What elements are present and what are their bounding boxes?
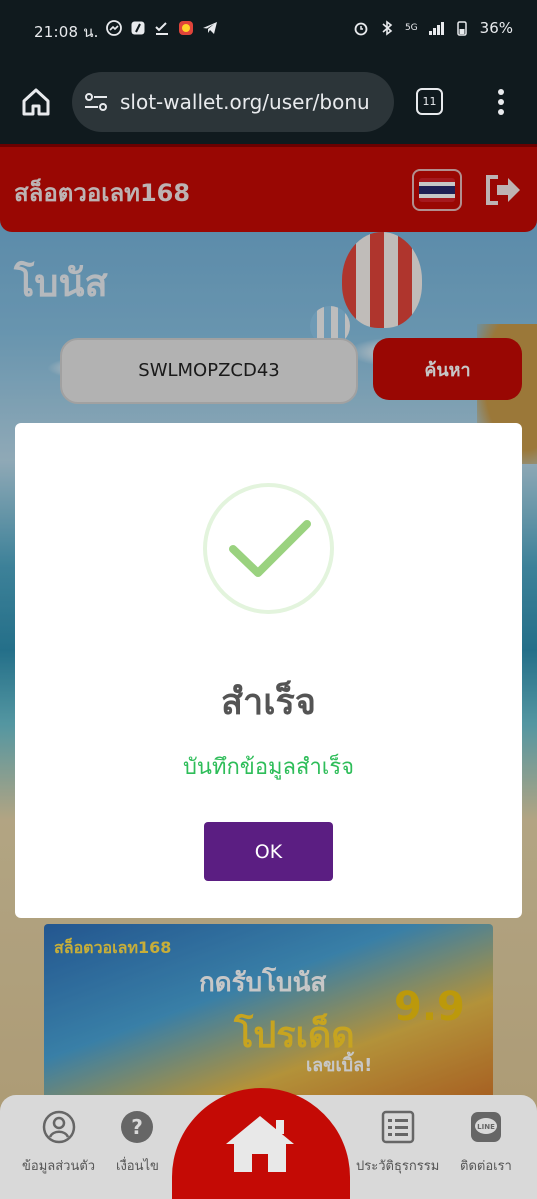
system-icons: 5G 36%	[353, 19, 513, 37]
battery-level: 36%	[479, 19, 513, 37]
signal-icon	[428, 22, 444, 35]
messenger-icon	[106, 20, 122, 36]
ok-button[interactable]: OK	[204, 822, 333, 881]
list-icon	[381, 1110, 414, 1144]
nav-profile[interactable]: ข้อมูลส่วนตัว	[22, 1109, 95, 1176]
success-check-icon	[229, 520, 311, 577]
nav-contact-label: ติดต่อเรา	[460, 1159, 512, 1174]
battery-icon	[456, 21, 467, 36]
nav-terms[interactable]: ? เงื่อนไข	[116, 1109, 159, 1176]
nav-terms-label: เงื่อนไข	[116, 1159, 159, 1174]
more-menu-icon[interactable]	[492, 86, 510, 118]
network-type: 5G	[404, 23, 418, 33]
dialog-message: บันทึกข้อมูลสำเร็จ	[182, 755, 355, 780]
status-bar: 21:08 น. 5G 36%	[0, 0, 537, 62]
user-circle-icon	[42, 1110, 75, 1144]
address-bar[interactable]: slot-wallet.org/user/bonu	[72, 72, 394, 132]
nav-contact[interactable]: LINE ติดต่อเรา	[460, 1109, 512, 1176]
nav-profile-label: ข้อมูลส่วนตัว	[22, 1159, 96, 1174]
url-text: slot-wallet.org/user/bonu	[120, 90, 370, 114]
home-icon	[226, 1116, 294, 1172]
success-dialog: สำเร็จ บันทึกข้อมูลสำเร็จ OK	[15, 423, 522, 918]
browser-toolbar: slot-wallet.org/user/bonu 11	[0, 62, 537, 144]
telegram-icon	[203, 22, 217, 34]
browser-home-icon[interactable]	[20, 86, 52, 118]
success-ring	[203, 483, 334, 614]
notes-icon	[131, 21, 145, 35]
site-settings-icon[interactable]	[84, 91, 108, 113]
app-badge-icon	[179, 21, 193, 35]
tab-switcher-button[interactable]: 11	[416, 88, 443, 115]
svg-text:LINE: LINE	[477, 1123, 495, 1131]
notification-icons	[106, 20, 218, 36]
checklist-icon	[155, 22, 168, 35]
dialog-title: สำเร็จ	[221, 682, 316, 723]
nav-history[interactable]: ประวัติธุรกรรม	[356, 1109, 439, 1176]
svg-text:?: ?	[132, 1115, 144, 1139]
nav-history-label: ประวัติธุรกรรม	[356, 1159, 440, 1174]
clock: 21:08 น.	[34, 23, 99, 41]
bluetooth-icon	[382, 20, 393, 36]
alarm-icon	[354, 22, 368, 36]
line-chat-icon: LINE	[470, 1112, 501, 1142]
question-icon: ?	[121, 1111, 154, 1143]
